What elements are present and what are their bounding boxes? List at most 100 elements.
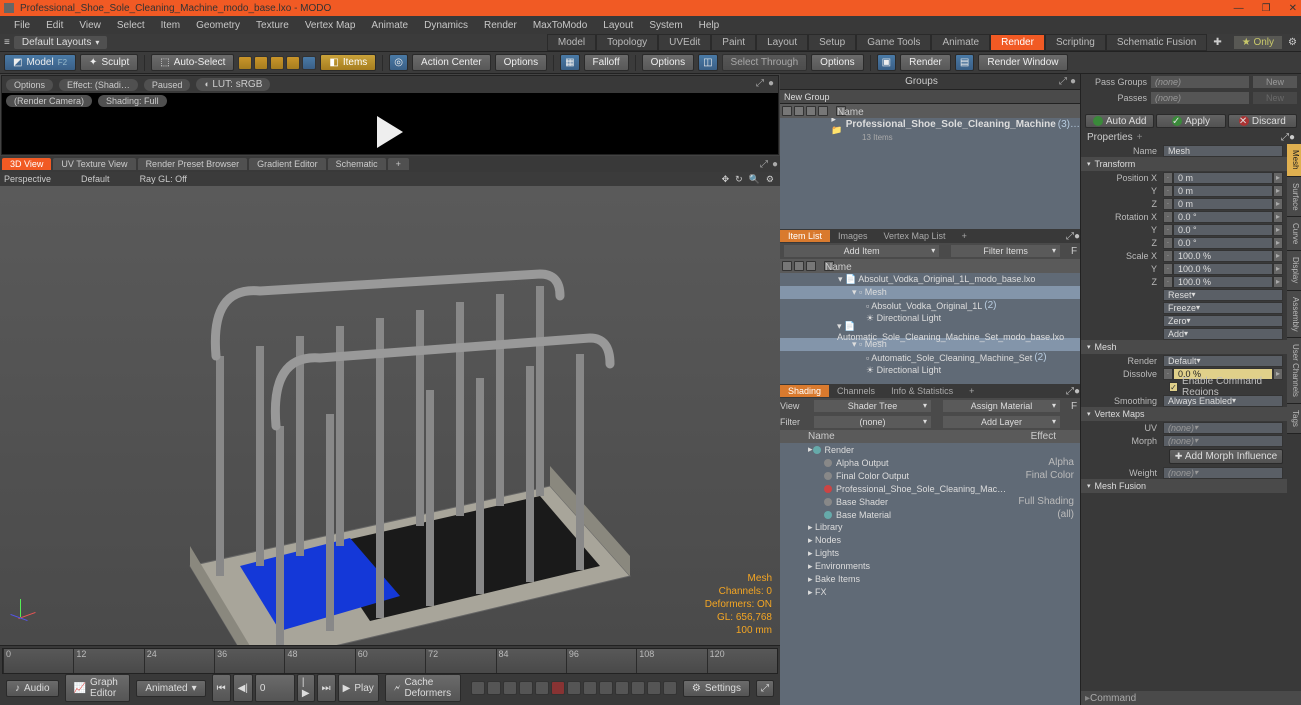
filter-icon[interactable]: F: [1068, 246, 1080, 257]
morph-dropdown[interactable]: (none): [1163, 435, 1283, 447]
items-button[interactable]: ◧ Items: [320, 54, 376, 71]
additem-dropdown[interactable]: Add Item: [784, 245, 939, 257]
menu-texture[interactable]: Texture: [248, 20, 297, 31]
sidetab-surface[interactable]: Surface: [1287, 177, 1301, 218]
shader-row[interactable]: ▸ Nodes: [780, 534, 1080, 547]
reset-dropdown[interactable]: Reset: [1163, 289, 1283, 301]
scz-field[interactable]: 100.0 %: [1173, 276, 1273, 288]
tab-vertexmaplist[interactable]: Vertex Map List: [876, 230, 954, 242]
posx-field[interactable]: 0 m: [1173, 172, 1273, 184]
preview-effect[interactable]: Effect: (Shadi…: [59, 79, 138, 91]
shader-row[interactable]: ▸ FX: [780, 586, 1080, 599]
preview-expand-icon[interactable]: ⤢: [756, 78, 764, 89]
passgroups-new-button[interactable]: New: [1253, 76, 1297, 88]
shader-row[interactable]: ▸ Bake Items: [780, 573, 1080, 586]
layout-tab-schematic[interactable]: Schematic Fusion: [1106, 34, 1207, 51]
axis-gizmo-icon[interactable]: [10, 595, 40, 625]
model-mode-button[interactable]: ◩ Model F2: [4, 54, 76, 71]
posz-field[interactable]: 0 m: [1173, 198, 1273, 210]
apply-button[interactable]: ✓Apply: [1156, 114, 1225, 128]
menu-layout[interactable]: Layout: [595, 20, 641, 31]
menu-system[interactable]: System: [641, 20, 690, 31]
tab-schematic[interactable]: Schematic: [328, 158, 386, 170]
tab-add-itemlist[interactable]: +: [954, 230, 975, 242]
viewport-pin-icon[interactable]: ●: [772, 159, 778, 170]
assignmaterial-button[interactable]: Assign Material: [943, 400, 1060, 412]
panel-pin-icon[interactable]: ●: [1070, 76, 1076, 87]
sculpt-mode-button[interactable]: ✦ Sculpt: [80, 54, 138, 71]
passgroups-dropdown[interactable]: (none): [1151, 76, 1249, 88]
hamburger-icon[interactable]: ≡: [4, 37, 10, 48]
options-2-button[interactable]: Options: [642, 54, 694, 71]
filter-icon[interactable]: F: [1068, 401, 1080, 412]
layout-tab-topology[interactable]: Topology: [596, 34, 658, 51]
itemlist-row[interactable]: ▾ 📄 Automatic_Sole_Cleaning_Machine_Set_…: [780, 325, 1080, 338]
shader-row[interactable]: ▸ Environments: [780, 560, 1080, 573]
goto-end-button[interactable]: ⏭: [317, 674, 336, 702]
preview-pin-icon[interactable]: ●: [768, 78, 774, 89]
actioncenter-icon[interactable]: ◎: [389, 54, 408, 71]
panel-expand-icon[interactable]: ⤢: [1066, 231, 1074, 242]
properties-add-icon[interactable]: +: [1137, 132, 1143, 143]
layout-tab-setup[interactable]: Setup: [808, 34, 856, 51]
passes-dropdown[interactable]: (none): [1151, 92, 1249, 104]
itemlist-row[interactable]: ▾ 📄 Absolut_Vodka_Original_1L_modo_base.…: [780, 273, 1080, 286]
menu-vertexmap[interactable]: Vertex Map: [297, 20, 364, 31]
menu-animate[interactable]: Animate: [363, 20, 416, 31]
tab-add[interactable]: +: [388, 158, 409, 170]
tab-add-shading[interactable]: +: [961, 385, 982, 397]
viewport-default[interactable]: Default: [81, 174, 110, 184]
itemlist-row[interactable]: ▫ Automatic_Sole_Cleaning_Machine_Set(2): [780, 351, 1080, 364]
panel-pin-icon[interactable]: ●: [1289, 132, 1295, 143]
panel-expand-icon[interactable]: ⤢: [1059, 76, 1067, 87]
command-bar[interactable]: ▸ Command: [1081, 691, 1301, 705]
tab-gradient[interactable]: Gradient Editor: [249, 158, 326, 170]
sidetab-tags[interactable]: Tags: [1287, 404, 1301, 434]
passes-new-button[interactable]: New: [1253, 92, 1297, 104]
sidetab-assembly[interactable]: Assembly: [1287, 291, 1301, 339]
discard-button[interactable]: ✕Discard: [1228, 114, 1297, 128]
options-3-button[interactable]: Options: [811, 54, 863, 71]
autoselect-button[interactable]: ⬚ Auto-Select: [151, 54, 234, 71]
filter-none-dropdown[interactable]: (none): [814, 416, 931, 428]
menu-geometry[interactable]: Geometry: [188, 20, 248, 31]
preview-play-button[interactable]: [2, 109, 778, 154]
select-mode-icons[interactable]: [238, 56, 316, 70]
menu-item[interactable]: Item: [153, 20, 188, 31]
menu-maxtomodo[interactable]: MaxToModo: [525, 20, 595, 31]
layout-tab-model[interactable]: Model: [547, 34, 596, 51]
shadertree-dropdown[interactable]: Shader Tree: [814, 400, 931, 412]
vertexmaps-section[interactable]: Vertex Maps: [1081, 407, 1287, 421]
key-tool-icons[interactable]: [471, 681, 677, 695]
freeze-dropdown[interactable]: Freeze: [1163, 302, 1283, 314]
rotx-field[interactable]: 0.0 °: [1173, 211, 1273, 223]
preview-lut[interactable]: ◐ LUT: sRGB: [196, 78, 270, 91]
renderwindow-icon[interactable]: ▤: [955, 54, 974, 71]
options-1-button[interactable]: Options: [495, 54, 547, 71]
falloff-icon[interactable]: ▦: [560, 54, 579, 71]
posy-field[interactable]: 0 m: [1173, 185, 1273, 197]
shader-row[interactable]: Final Color OutputFinal Color: [780, 469, 1080, 482]
audio-button[interactable]: ♪ Audio: [6, 680, 59, 697]
minimize-button[interactable]: —: [1234, 3, 1244, 14]
mesh-section[interactable]: Mesh: [1081, 340, 1287, 354]
panel-expand-icon[interactable]: ⤢: [1066, 386, 1074, 397]
animated-dropdown[interactable]: Animated ▾: [136, 680, 205, 697]
grapheditor-button[interactable]: 📈 Graph Editor: [65, 674, 131, 702]
tab-uvtexture[interactable]: UV Texture View: [53, 158, 135, 170]
viewport-expand-icon[interactable]: ⤢: [760, 159, 768, 170]
shader-row[interactable]: Base ShaderFull Shading: [780, 495, 1080, 508]
nav-move-icon[interactable]: ✥: [722, 174, 730, 185]
itemlist-row[interactable]: ☀ Directional Light: [780, 364, 1080, 377]
sidetab-curve[interactable]: Curve: [1287, 217, 1301, 251]
menu-render[interactable]: Render: [476, 20, 525, 31]
group-item[interactable]: ▸ 📁 Professional_Shoe_Sole_Cleaning_Mach…: [780, 118, 1080, 131]
menu-view[interactable]: View: [71, 20, 109, 31]
layout-tab-uvedit[interactable]: UVEdit: [658, 34, 711, 51]
gear-icon[interactable]: ⚙: [1288, 37, 1297, 48]
transform-section[interactable]: Transform: [1081, 157, 1287, 171]
selectthrough-button[interactable]: Select Through: [722, 54, 808, 71]
rotz-field[interactable]: 0.0 °: [1173, 237, 1273, 249]
play-button[interactable]: ▶ Play: [338, 674, 379, 702]
frame-field[interactable]: 0: [255, 674, 295, 702]
